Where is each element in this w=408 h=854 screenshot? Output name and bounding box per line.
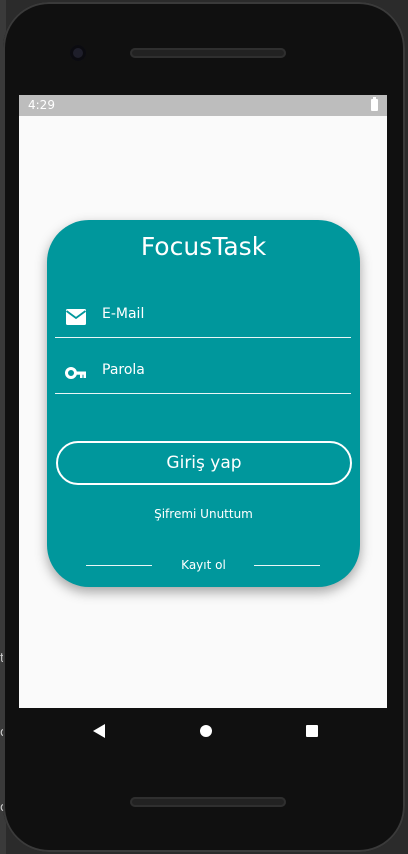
forgot-password-link[interactable]: Şifremi Unuttum: [47, 507, 360, 521]
key-icon: [65, 364, 87, 382]
register-link-text[interactable]: Kayıt ol: [181, 558, 226, 572]
home-icon[interactable]: [200, 725, 212, 737]
divider-right: [254, 565, 320, 566]
email-field[interactable]: E-Mail: [55, 297, 351, 338]
front-camera: [70, 45, 86, 61]
password-field[interactable]: Parola: [55, 353, 351, 394]
navigation-bar: [19, 708, 387, 754]
status-time: 4:29: [28, 98, 55, 112]
top-speaker: [130, 48, 286, 58]
back-icon[interactable]: [93, 724, 105, 738]
app-title: FocusTask: [140, 232, 267, 261]
email-placeholder: E-Mail: [102, 306, 145, 322]
device-screen: 4:29 FocusTask E-Mail Parola Giriş yap Ş…: [19, 95, 387, 708]
status-bar: 4:29: [19, 95, 387, 116]
recents-icon[interactable]: [306, 725, 318, 737]
password-placeholder: Parola: [102, 362, 145, 378]
login-button[interactable]: Giriş yap: [56, 441, 352, 485]
bottom-speaker: [130, 797, 286, 807]
battery-icon: [371, 97, 378, 111]
login-card: FocusTask E-Mail Parola Giriş yap Şifrem…: [47, 220, 360, 587]
mail-icon: [65, 308, 87, 326]
